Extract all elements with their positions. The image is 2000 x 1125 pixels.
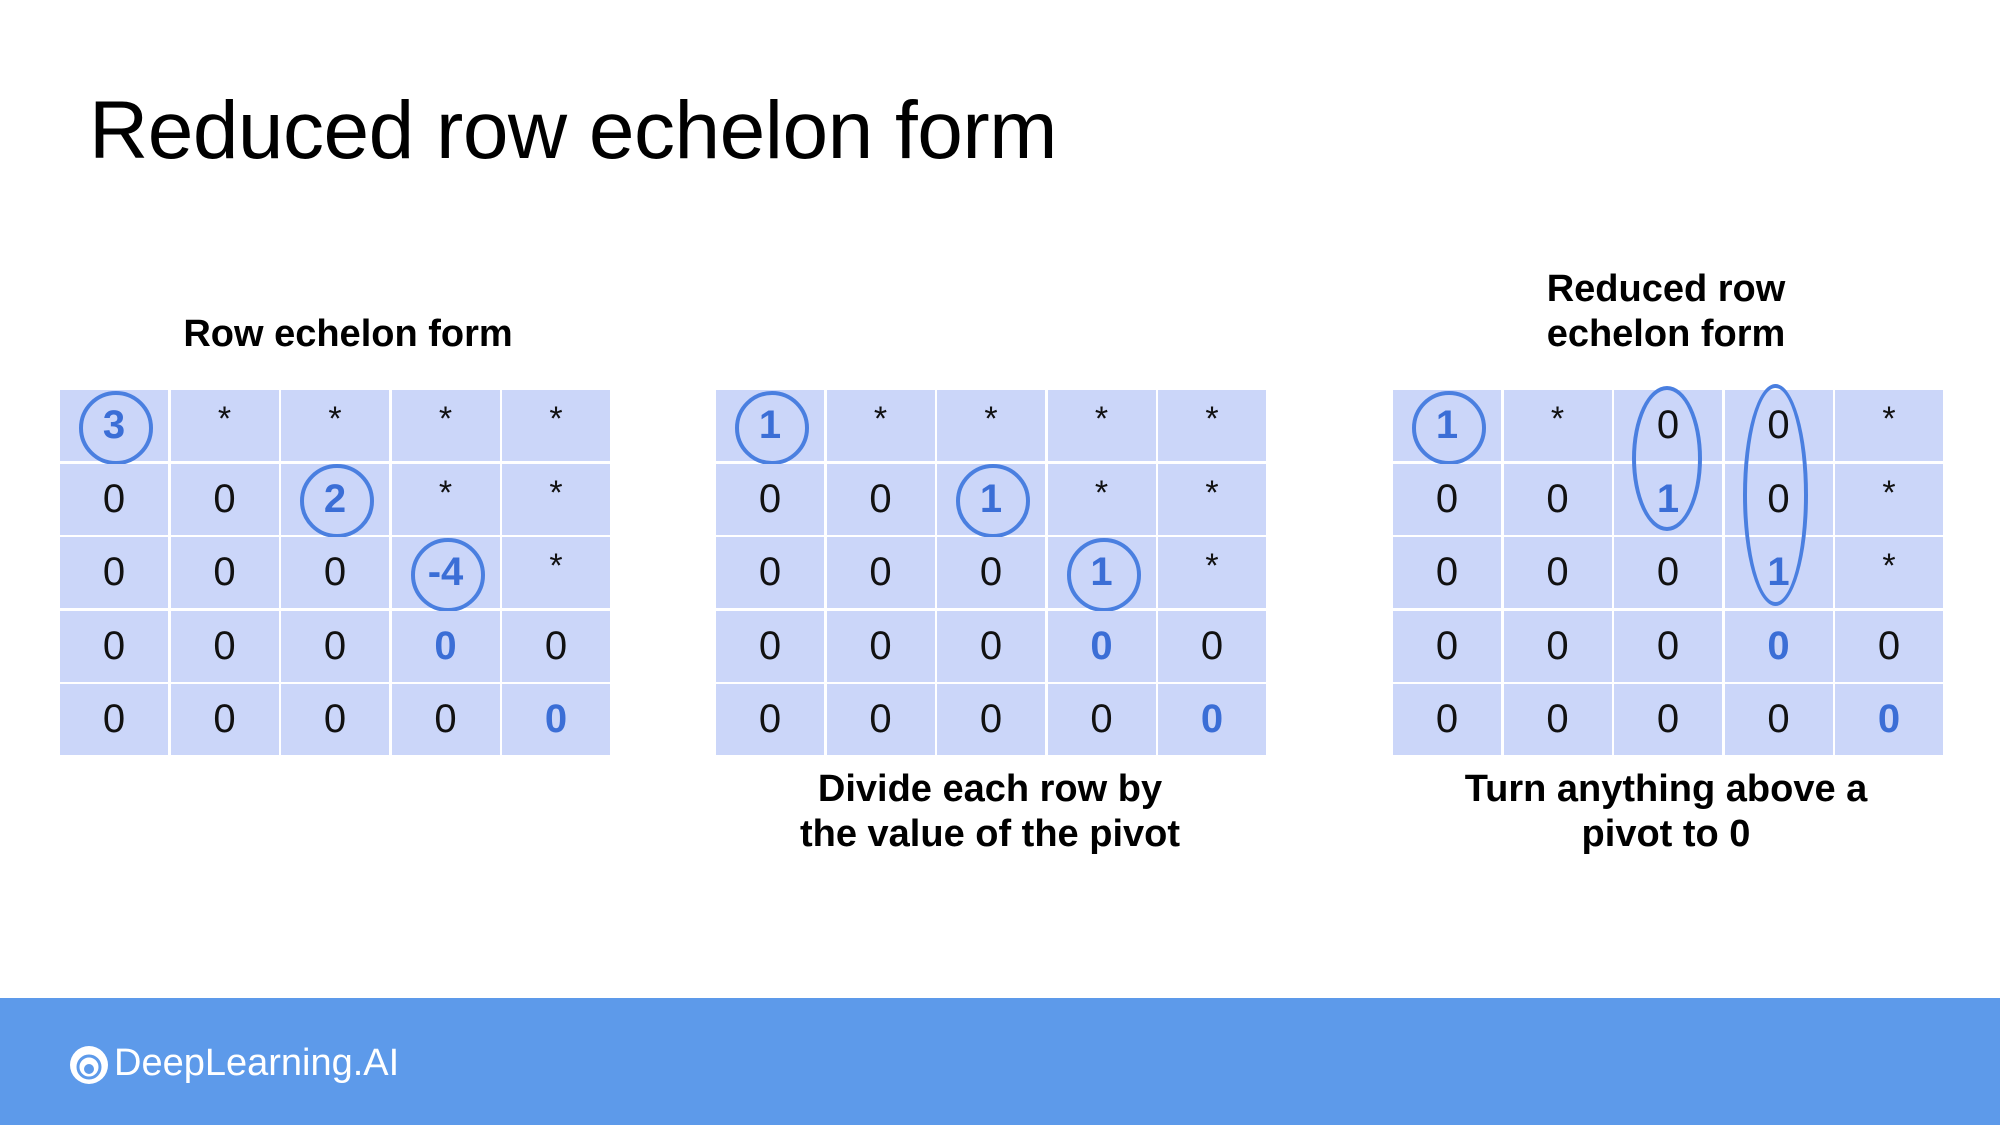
panel-3-heading: Reduced row echelon form xyxy=(1316,267,2000,357)
matrix-divided-by-pivot: 1 * * * * 0 0 1 * * 0 0 0 1 * 0 0 0 0 0 0 0 0 0 0 xyxy=(716,390,1266,755)
matrix-cell: * xyxy=(502,390,610,461)
matrix-cell: * xyxy=(281,390,389,461)
matrix-cell: 0 xyxy=(1503,610,1612,682)
matrix-cell: * xyxy=(502,537,610,608)
pivot-circle-highlight xyxy=(79,390,153,465)
matrix-cell: 0 xyxy=(281,684,389,755)
panel-3-caption-line-2: pivot to 0 xyxy=(1581,813,1751,855)
matrix-cell: 1 xyxy=(1724,537,1833,608)
matrix-cell: 0 xyxy=(1614,610,1722,682)
matrix-cell: 0 xyxy=(170,463,279,535)
pivot-circle-highlight xyxy=(1412,390,1486,465)
matrix-cell: 0 xyxy=(1047,610,1156,682)
matrix-cell: * xyxy=(1047,463,1156,535)
matrix-cell: 0 xyxy=(1047,684,1156,755)
matrix-cell: 0 xyxy=(1724,684,1833,755)
matrix-cell: 0 xyxy=(1393,537,1501,608)
matrix-cell: * xyxy=(937,390,1045,461)
matrix-cell: 0 xyxy=(1503,684,1612,755)
matrix-cell: * xyxy=(391,390,500,461)
matrix-cell: 0 xyxy=(1614,684,1722,755)
matrix-cell: 0 xyxy=(937,610,1045,682)
matrix-cell: 0 xyxy=(1503,537,1612,608)
pivot-circle-highlight xyxy=(410,537,485,612)
matrix-cell: 0 xyxy=(60,610,168,682)
matrix-cell: * xyxy=(826,390,935,461)
matrix-cell: * xyxy=(1158,463,1266,535)
matrix-cell: 0 xyxy=(1393,610,1501,682)
matrix-cell: 0 xyxy=(716,537,824,608)
matrix-cell: 0 xyxy=(826,684,935,755)
matrix-cell: 1 xyxy=(1393,390,1501,465)
matrix-cell: 0 xyxy=(826,537,935,608)
matrix-cell: 0 xyxy=(716,463,824,535)
matrix-cell: 0 xyxy=(60,537,168,608)
panel-3-caption: Turn anything above a pivot to 0 xyxy=(1316,767,2000,857)
matrix-cell: 0 xyxy=(170,610,279,682)
matrix-cell: 1 xyxy=(1614,463,1722,535)
slide-title: Reduced row echelon form xyxy=(89,85,1057,176)
matrix-cell: 1 xyxy=(716,390,824,465)
matrix-cell: 0 xyxy=(826,463,935,535)
matrix-cell: 0 xyxy=(391,610,500,682)
matrix-cell: 2 xyxy=(281,463,389,538)
matrix-cell: 0 xyxy=(1393,684,1501,755)
matrix-cell: * xyxy=(502,463,610,535)
matrix-cell: 0 xyxy=(1614,390,1722,461)
panel-3-heading-line-2: echelon form xyxy=(1546,313,1786,355)
matrix-cell: 0 xyxy=(937,537,1045,608)
panel-1-heading: Row echelon form xyxy=(0,312,696,357)
matrix-cell: * xyxy=(1835,537,1943,608)
matrix-cell: 0 xyxy=(60,684,168,755)
matrix-cell: 0 xyxy=(1835,610,1943,682)
matrix-cell: 0 xyxy=(1503,463,1612,535)
matrix-cell: 1 xyxy=(937,463,1045,538)
panel-2-caption: Divide each row by the value of the pivo… xyxy=(640,767,1340,857)
matrix-cell: * xyxy=(391,463,500,535)
matrix-cell: * xyxy=(1158,390,1266,461)
matrix-cell: * xyxy=(1835,463,1943,535)
matrix-cell: 0 xyxy=(1724,610,1833,682)
panel-3-caption-line-1: Turn anything above a xyxy=(1464,768,1868,810)
deeplearning-ai-logo-icon xyxy=(70,1046,108,1084)
matrix-reduced-row-echelon-form: 1 * 0 0 * 0 0 1 0 * 0 0 0 1 * 0 0 0 0 0 0 0 0 0 0 xyxy=(1393,390,1943,755)
matrix-cell: * xyxy=(1835,390,1943,461)
matrix-cell: 0 xyxy=(1393,463,1501,535)
panel-1-heading-line-1: Row echelon form xyxy=(183,313,513,355)
matrix-cell: * xyxy=(1503,390,1612,461)
matrix-cell: 0 xyxy=(391,684,500,755)
panel-3-heading-line-1: Reduced row xyxy=(1546,268,1786,310)
matrix-cell: 3 xyxy=(60,390,168,465)
matrix-cell: 0 xyxy=(1835,684,1943,755)
matrix-cell: 0 xyxy=(502,610,610,682)
matrix-cell: 1 xyxy=(1047,537,1156,612)
matrix-cell: 0 xyxy=(1614,537,1722,608)
matrix-cell: 0 xyxy=(281,537,389,608)
matrix-cell: * xyxy=(1047,390,1156,461)
panel-2-caption-line-2: the value of the pivot xyxy=(799,813,1181,855)
matrix-cell: * xyxy=(1158,537,1266,608)
pivot-circle-highlight xyxy=(735,390,809,465)
matrix-cell: 0 xyxy=(170,684,279,755)
matrix-cell: 0 xyxy=(826,610,935,682)
matrix-cell: 0 xyxy=(170,537,279,608)
brand-name: DeepLearning.AI xyxy=(114,1042,400,1084)
matrix-cell: -4 xyxy=(391,537,500,612)
matrix-cell: * xyxy=(170,390,279,461)
matrix-cell: 0 xyxy=(716,684,824,755)
pivot-circle-highlight xyxy=(300,464,374,538)
matrix-row-echelon-form: 3 * * * * 0 0 2 * * 0 0 0 -4 * 0 0 0 0 0 0 0 0 0 0 xyxy=(60,390,610,755)
matrix-cell: 0 xyxy=(1724,390,1833,461)
matrix-cell: 0 xyxy=(1158,610,1266,682)
matrix-cell: 0 xyxy=(281,610,389,682)
matrix-cell: 0 xyxy=(937,684,1045,755)
matrix-cell: 0 xyxy=(716,610,824,682)
matrix-cell: 0 xyxy=(1724,463,1833,535)
matrix-cell: 0 xyxy=(60,463,168,535)
matrix-cell: 0 xyxy=(1158,684,1266,755)
matrix-cell: 0 xyxy=(502,684,610,755)
panel-2-caption-line-1: Divide each row by xyxy=(817,768,1163,810)
pivot-circle-highlight xyxy=(1066,537,1141,612)
pivot-circle-highlight xyxy=(956,464,1030,538)
